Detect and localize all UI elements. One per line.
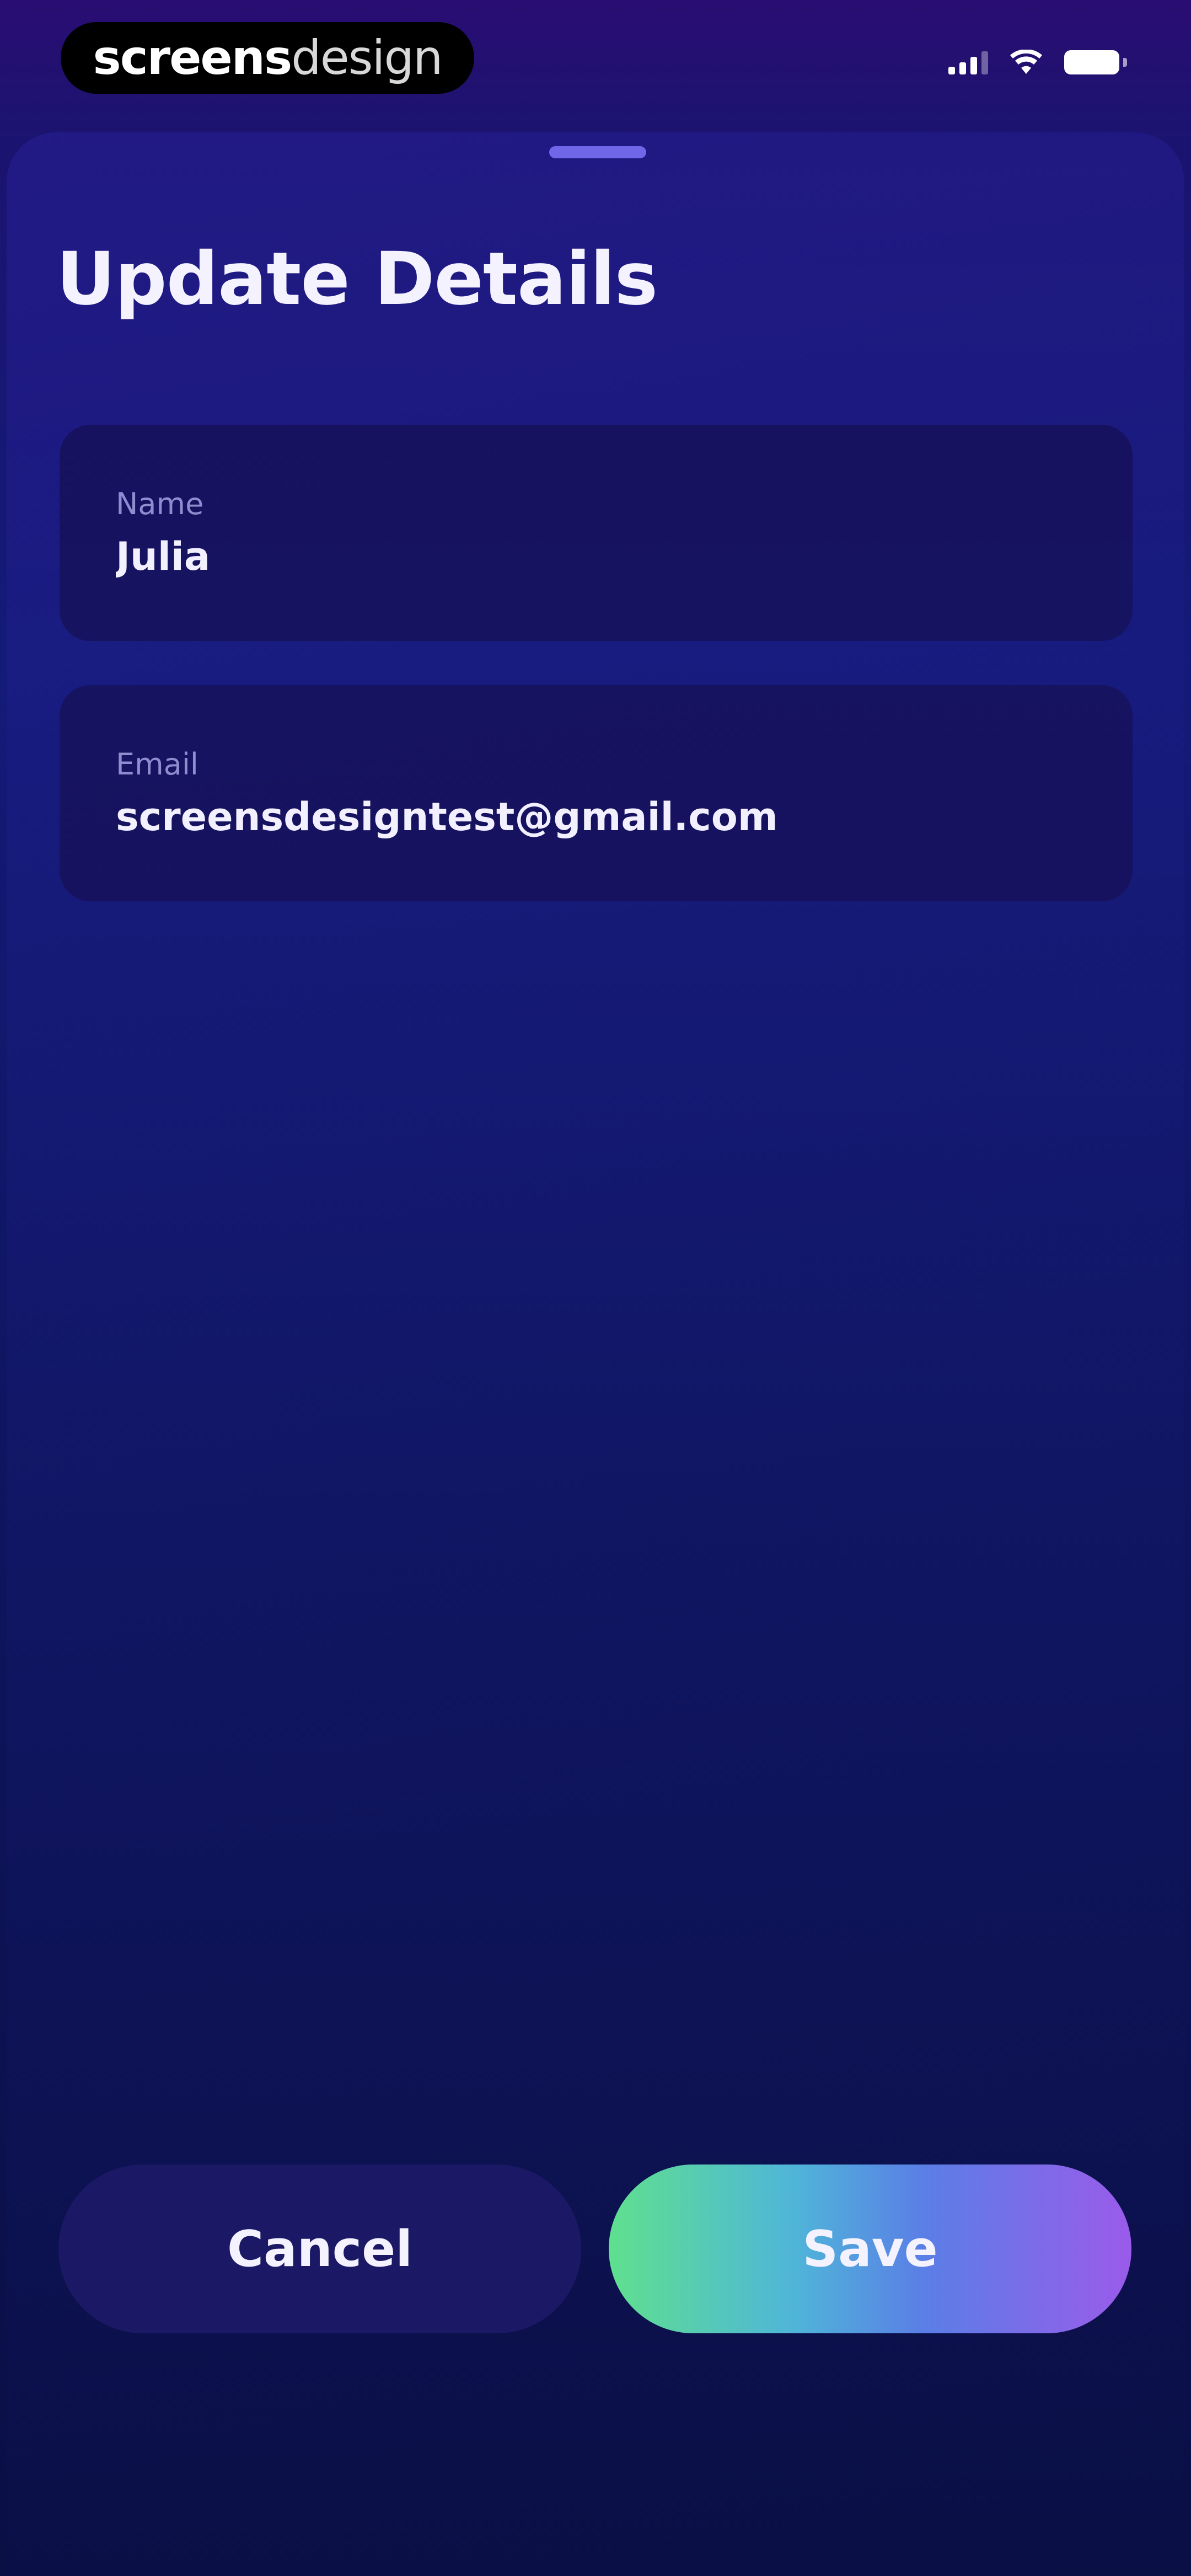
brand-text-light: design — [291, 30, 443, 85]
email-input[interactable] — [116, 794, 1086, 840]
name-input[interactable] — [116, 534, 1086, 579]
name-field[interactable]: Name — [60, 425, 1133, 641]
battery-icon — [1064, 50, 1127, 74]
save-button[interactable]: Save — [609, 2165, 1131, 2333]
brand-text-bold: screens — [93, 30, 293, 85]
email-field[interactable]: Email — [60, 685, 1133, 901]
wifi-icon — [1010, 50, 1042, 74]
signal-icon — [948, 50, 988, 74]
brand-watermark: screens design — [61, 22, 474, 94]
update-details-screen: screensdesign Update Details Name Email … — [0, 0, 1191, 2576]
page-title: Update Details — [56, 237, 658, 322]
cancel-button[interactable]: Cancel — [58, 2165, 581, 2333]
email-field-label: Email — [116, 747, 198, 782]
sheet-drag-handle[interactable] — [549, 146, 646, 158]
name-field-label: Name — [116, 487, 204, 521]
status-icons — [948, 50, 1127, 75]
